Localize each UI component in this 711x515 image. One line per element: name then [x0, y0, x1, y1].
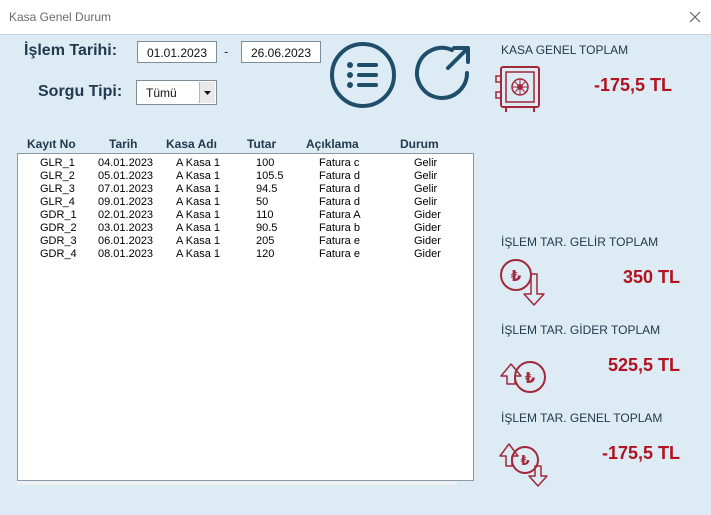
col-header-kayit-no: Kayıt No — [27, 137, 76, 151]
table-row[interactable]: GDR_2 03.01.2023 A Kasa 1 90.5 Fatura b Gider — [18, 222, 458, 235]
records-listbox[interactable]: GLR_1 04.01.2023 A Kasa 1 100 Fatura c Gelir G… — [17, 153, 474, 481]
table-cell: Fatura b — [319, 222, 360, 234]
table-row[interactable]: GDR_1 02.01.2023 A Kasa 1 110 Fatura A Gider — [18, 209, 458, 222]
table-cell: GDR_2 — [40, 222, 77, 234]
table-row[interactable]: GLR_1 04.01.2023 A Kasa 1 100 Fatura c Gelir — [18, 157, 458, 170]
table-row[interactable]: GDR_3 06.01.2023 A Kasa 1 205 Fatura e Gider — [18, 235, 458, 248]
listbox-bottom-edge — [17, 481, 457, 485]
table-cell: 50 — [256, 196, 269, 208]
table-cell: Gider — [414, 209, 441, 221]
table-cell: Gider — [414, 235, 441, 247]
gider-toplam-value: 525,5 TL — [607, 355, 680, 375]
type-select-value: Tümü — [146, 86, 177, 100]
table-cell: 94.5 — [256, 183, 278, 195]
table-cell: Gelir — [414, 170, 438, 182]
islem-genel-label: İŞLEM TAR. GENEL TOPLAM — [501, 411, 663, 425]
table-cell: 105.5 — [256, 170, 284, 182]
type-label: Sorgu Tipi: — [38, 83, 123, 100]
chevron-down-icon — [204, 91, 211, 95]
close-icon[interactable] — [686, 8, 704, 26]
table-cell: A Kasa 1 — [176, 222, 221, 234]
table-cell: Gider — [414, 248, 441, 260]
table-cell: Fatura d — [319, 170, 360, 182]
table-cell: 05.01.2023 — [98, 170, 154, 182]
table-cell: 04.01.2023 — [98, 157, 154, 169]
table-row[interactable]: GLR_2 05.01.2023 A Kasa 1 105.5 Fatura d Geli… — [18, 170, 458, 183]
table-cell: GDR_4 — [40, 248, 77, 260]
gider-toplam-label: İŞLEM TAR. GİDER TOPLAM — [501, 323, 661, 337]
table-row[interactable]: GLR_3 07.01.2023 A Kasa 1 94.5 Fatura d Gelir — [18, 183, 458, 196]
svg-text:₺: ₺ — [520, 454, 529, 469]
table-cell: 02.01.2023 — [98, 209, 154, 221]
table-cell: 120 — [256, 248, 275, 260]
col-header-durum: Durum — [400, 137, 439, 151]
table-cell: Gider — [414, 222, 441, 234]
gelir-toplam-label: İŞLEM TAR. GELİR TOPLAM — [501, 235, 659, 249]
col-header-kasa-adi: Kasa Adı — [166, 137, 217, 151]
svg-text:₺: ₺ — [511, 267, 522, 285]
table-cell: Gelir — [414, 183, 438, 195]
table-cell: Gelir — [414, 157, 438, 169]
title-bar: Kasa Genel Durum — [0, 0, 711, 35]
gelir-toplam-value: 350 TL — [622, 267, 680, 287]
table-cell: 09.01.2023 — [98, 196, 154, 208]
table-cell: Gelir — [414, 196, 438, 208]
table-cell: A Kasa 1 — [176, 183, 221, 195]
col-header-tutar: Tutar — [247, 137, 277, 151]
table-row[interactable]: GLR_4 09.01.2023 A Kasa 1 50 Fatura d Gelir — [18, 196, 458, 209]
safe-icon — [495, 66, 540, 112]
table-cell: Fatura d — [319, 196, 360, 208]
table-cell: GLR_4 — [40, 196, 75, 208]
table-cell: 100 — [256, 157, 275, 169]
svg-text:₺: ₺ — [525, 369, 536, 387]
table-cell: 90.5 — [256, 222, 278, 234]
table-cell: 06.01.2023 — [98, 235, 154, 247]
islem-genel-value: -175,5 TL — [601, 443, 680, 463]
date-label: İşlem Tarihi: — [24, 42, 118, 59]
date-separator: - — [224, 44, 229, 59]
table-cell: A Kasa 1 — [176, 235, 221, 247]
kasa-genel-label: KASA GENEL TOPLAM — [501, 43, 629, 57]
date-to-input[interactable]: 26.06.2023 — [241, 41, 321, 63]
table-cell: Fatura c — [319, 157, 360, 169]
table-cell: A Kasa 1 — [176, 248, 221, 260]
lira-updown-icon: ₺ — [499, 443, 548, 487]
table-cell: Fatura A — [319, 209, 361, 221]
col-header-aciklama: Açıklama — [306, 137, 359, 151]
date-from-input[interactable]: 01.01.2023 — [137, 41, 217, 63]
table-cell: A Kasa 1 — [176, 157, 221, 169]
refresh-icon[interactable] — [412, 43, 474, 105]
table-cell: GDR_3 — [40, 235, 77, 247]
col-header-tarih: Tarih — [109, 137, 138, 151]
lira-up-icon: ₺ — [500, 361, 546, 393]
table-cell: Fatura d — [319, 183, 360, 195]
table-cell: GLR_2 — [40, 170, 75, 182]
table-cell: 205 — [256, 235, 275, 247]
table-cell: Fatura e — [319, 248, 360, 260]
table-cell: GLR_3 — [40, 183, 75, 195]
table-cell: 07.01.2023 — [98, 183, 154, 195]
list-icon[interactable] — [329, 41, 397, 109]
table-cell: 08.01.2023 — [98, 248, 154, 260]
window-title: Kasa Genel Durum — [9, 10, 112, 24]
table-cell: A Kasa 1 — [176, 209, 221, 221]
table-cell: A Kasa 1 — [176, 170, 221, 182]
table-cell: GLR_1 — [40, 157, 75, 169]
table-cell: A Kasa 1 — [176, 196, 221, 208]
type-select[interactable]: Tümü — [136, 80, 217, 105]
lira-down-icon: ₺ — [500, 259, 545, 306]
table-cell: Fatura e — [319, 235, 360, 247]
kasa-genel-value: -175,5 TL — [593, 75, 672, 95]
table-cell: GDR_1 — [40, 209, 77, 221]
table-cell: 03.01.2023 — [98, 222, 154, 234]
table-cell: 110 — [256, 209, 274, 221]
table-row[interactable]: GDR_4 08.01.2023 A Kasa 1 120 Fatura e Gider — [18, 248, 458, 261]
type-select-dropdown-button[interactable] — [199, 82, 215, 103]
